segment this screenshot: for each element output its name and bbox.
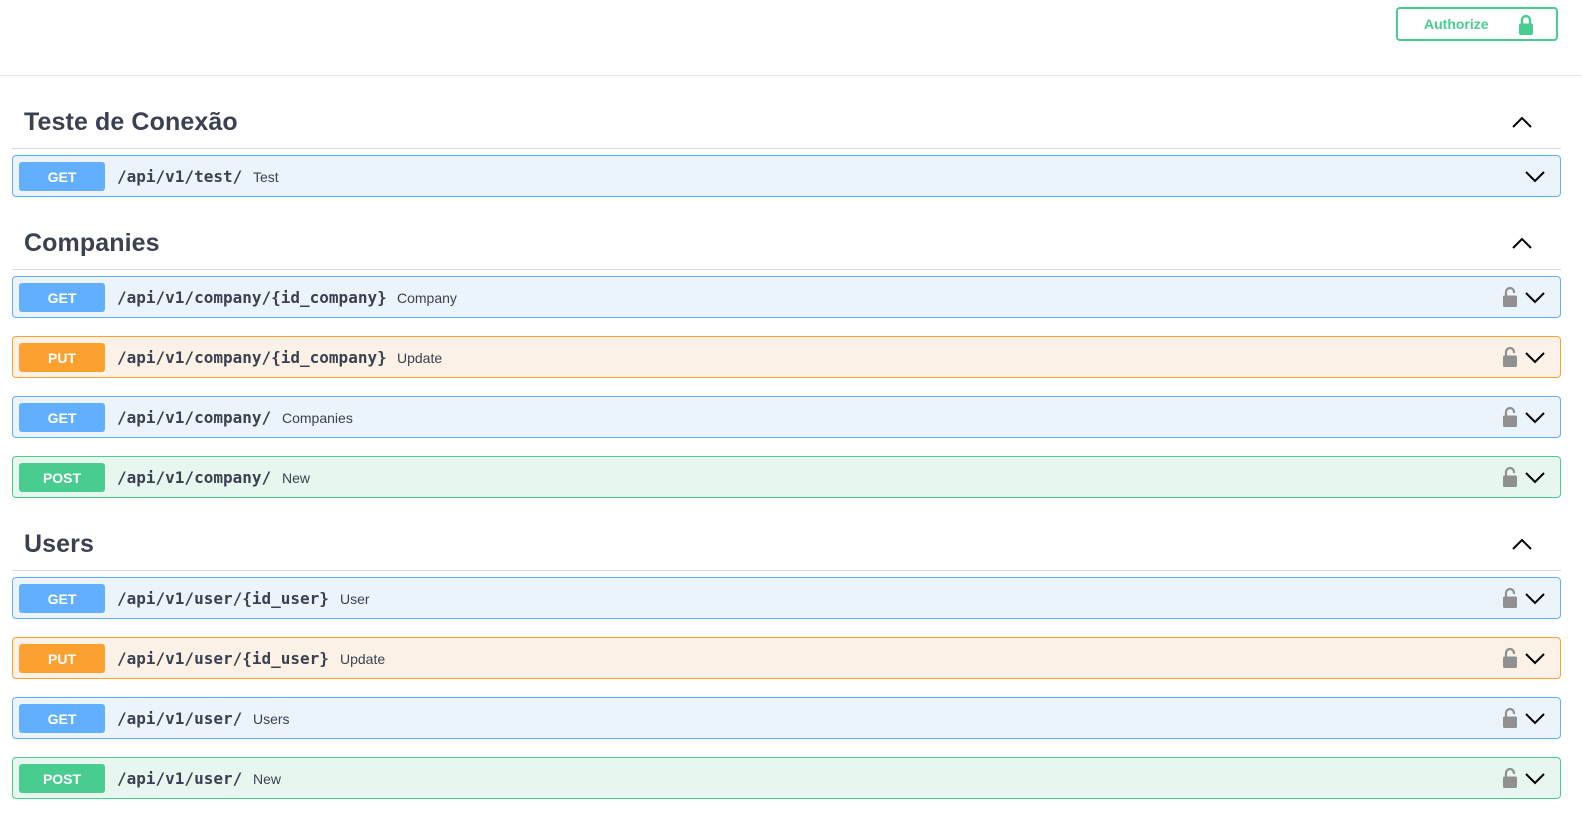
section-title: Companies <box>24 229 160 257</box>
operation-path: /api/v1/user/ <box>117 769 243 788</box>
operation-summary: New <box>253 771 282 787</box>
operation-get-companies[interactable]: GET /api/v1/company/ Companies <box>12 396 1561 438</box>
operation-put-company[interactable]: PUT /api/v1/company/{id_company} Update <box>12 336 1561 378</box>
operation-summary: Users <box>253 711 290 727</box>
chevron-up-icon[interactable] <box>1511 536 1533 552</box>
unlocked-icon[interactable] <box>1502 406 1518 433</box>
operation-get-user[interactable]: GET /api/v1/user/{id_user} User <box>12 577 1561 619</box>
method-badge: GET <box>19 162 105 191</box>
lock-icon <box>1518 14 1534 39</box>
chevron-down-icon[interactable] <box>1524 410 1546 429</box>
operation-summary: Update <box>340 651 386 667</box>
authorize-button[interactable]: Authorize <box>1396 7 1558 41</box>
operation-path: /api/v1/company/ <box>117 408 272 427</box>
method-badge: PUT <box>19 343 105 372</box>
method-badge: GET <box>19 283 105 312</box>
chevron-down-icon[interactable] <box>1524 591 1546 610</box>
operation-summary: Update <box>397 350 443 366</box>
method-badge: POST <box>19 463 105 492</box>
method-badge: POST <box>19 764 105 793</box>
operation-path: /api/v1/user/{id_user} <box>117 649 329 668</box>
unlocked-icon[interactable] <box>1502 707 1518 734</box>
operation-get-users[interactable]: GET /api/v1/user/ Users <box>12 697 1561 739</box>
unlocked-icon[interactable] <box>1502 466 1518 493</box>
chevron-up-icon[interactable] <box>1511 235 1533 251</box>
method-badge: PUT <box>19 644 105 673</box>
operation-summary: User <box>340 591 370 607</box>
unlocked-icon[interactable] <box>1502 346 1518 373</box>
operation-path: /api/v1/user/ <box>117 709 243 728</box>
chevron-down-icon[interactable] <box>1524 350 1546 369</box>
tag-section-companies: Companies GET /api/v1/company/{id_compan… <box>12 221 1561 498</box>
section-header[interactable]: Companies <box>12 221 1561 270</box>
operation-put-user[interactable]: PUT /api/v1/user/{id_user} Update <box>12 637 1561 679</box>
operation-path: /api/v1/test/ <box>117 167 243 186</box>
operation-post-company[interactable]: POST /api/v1/company/ New <box>12 456 1561 498</box>
operation-summary: New <box>282 470 311 486</box>
operation-path: /api/v1/company/ <box>117 468 272 487</box>
unlocked-icon[interactable] <box>1502 587 1518 614</box>
operation-path: /api/v1/user/{id_user} <box>117 589 329 608</box>
unlocked-icon[interactable] <box>1502 767 1518 794</box>
operation-get-company[interactable]: GET /api/v1/company/{id_company} Company <box>12 276 1561 318</box>
authorize-label: Authorize <box>1424 16 1489 32</box>
method-badge: GET <box>19 403 105 432</box>
operation-get-test[interactable]: GET /api/v1/test/ Test <box>12 155 1561 197</box>
operation-summary: Test <box>253 169 279 185</box>
tag-section-teste-de-conexao: Teste de Conexão GET /api/v1/test/ Test <box>12 100 1561 197</box>
chevron-down-icon[interactable] <box>1524 771 1546 790</box>
top-bar: Authorize <box>0 0 1582 76</box>
section-title: Teste de Conexão <box>24 108 238 136</box>
chevron-down-icon[interactable] <box>1524 651 1546 670</box>
operation-summary: Companies <box>282 410 353 426</box>
operation-path: /api/v1/company/{id_company} <box>117 348 387 367</box>
chevron-down-icon[interactable] <box>1524 711 1546 730</box>
chevron-down-icon[interactable] <box>1524 290 1546 309</box>
operation-path: /api/v1/company/{id_company} <box>117 288 387 307</box>
operation-post-user[interactable]: POST /api/v1/user/ New <box>12 757 1561 799</box>
unlocked-icon[interactable] <box>1502 647 1518 674</box>
section-header[interactable]: Teste de Conexão <box>12 100 1561 149</box>
chevron-down-icon[interactable] <box>1524 470 1546 489</box>
section-title: Users <box>24 530 94 558</box>
tag-section-users: Users GET /api/v1/user/{id_user} User PU… <box>12 522 1561 799</box>
operation-summary: Company <box>397 290 457 306</box>
section-header[interactable]: Users <box>12 522 1561 571</box>
method-badge: GET <box>19 584 105 613</box>
method-badge: GET <box>19 704 105 733</box>
unlocked-icon[interactable] <box>1502 286 1518 313</box>
chevron-down-icon[interactable] <box>1524 169 1546 188</box>
chevron-up-icon[interactable] <box>1511 114 1533 130</box>
